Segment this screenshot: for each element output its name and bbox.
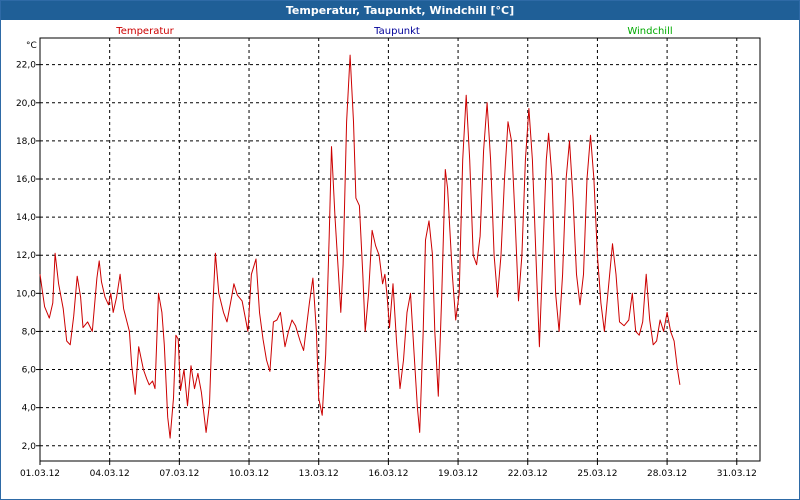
legend-item: Windchill <box>627 26 672 37</box>
series-layer <box>39 54 681 439</box>
series-line-temperatur <box>39 54 681 439</box>
x-tick-label: 28.03.12 <box>647 469 687 479</box>
x-tick-label: 01.03.12 <box>20 469 60 479</box>
legend-item: Taupunkt <box>373 26 420 37</box>
y-tick-label: 4,0 <box>22 404 37 414</box>
y-axis-ticks: 2,0 4,0 6,0 8,0 10,0 12,0 14,0 16,0 18,0 20,0 22,0 <box>16 61 40 452</box>
y-tick-label: 16,0 <box>16 175 36 185</box>
x-tick-label: 25.03.12 <box>577 469 617 479</box>
x-tick-label: 19.03.12 <box>438 469 478 479</box>
legend: Temperatur Taupunkt Windchill <box>115 26 672 37</box>
y-tick-label: 10,0 <box>16 289 36 299</box>
y-tick-label: 18,0 <box>16 137 36 147</box>
x-tick-label: 07.03.12 <box>159 469 199 479</box>
x-tick-label: 31.03.12 <box>717 469 757 479</box>
y-axis-label: °C <box>26 41 37 51</box>
y-tick-label: 12,0 <box>16 251 36 261</box>
legend-item: Temperatur <box>115 26 174 37</box>
x-tick-label: 10.03.12 <box>229 469 269 479</box>
y-tick-label: 22,0 <box>16 61 36 71</box>
chart-canvas: 2,0 4,0 6,0 8,0 10,0 12,0 14,0 16,0 18,0 20,0 22,0… <box>16 26 761 479</box>
chart-grid <box>39 38 760 461</box>
x-tick-label: 04.03.12 <box>90 469 130 479</box>
y-tick-label: 14,0 <box>16 213 36 223</box>
y-tick-label: 6,0 <box>22 366 37 376</box>
y-tick-label: 2,0 <box>22 442 37 452</box>
x-tick-label: 13.03.12 <box>299 469 339 479</box>
y-tick-label: 20,0 <box>16 99 36 109</box>
plot-frame <box>39 37 761 462</box>
x-axis-ticks: 01.03.12 04.03.12 07.03.12 10.03.12 13.03.12… <box>20 461 757 479</box>
x-tick-label: 16.03.12 <box>368 469 408 479</box>
y-tick-label: 8,0 <box>22 327 37 337</box>
x-tick-label: 22.03.12 <box>508 469 548 479</box>
